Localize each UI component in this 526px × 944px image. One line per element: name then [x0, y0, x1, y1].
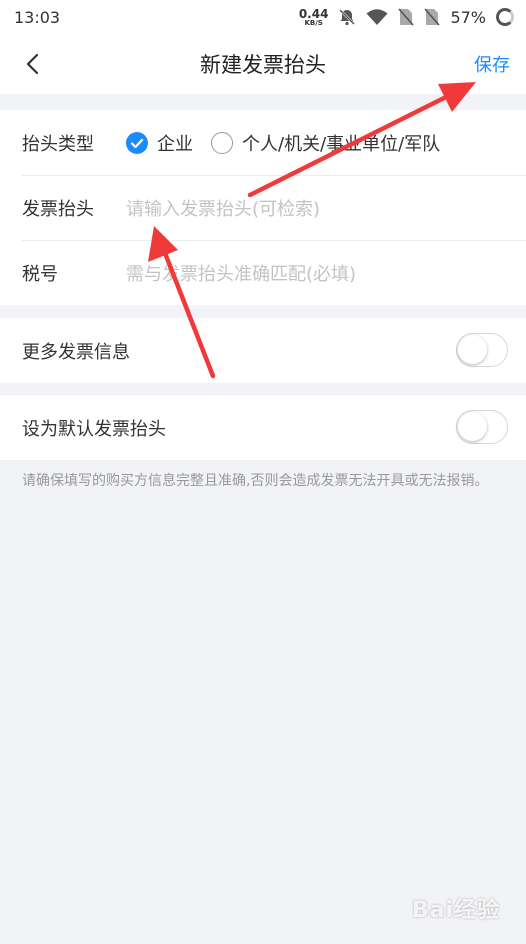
type-row: 抬头类型 企业 个人/机关/事业单位/军队: [0, 110, 526, 175]
type-option-label: 企业: [157, 133, 193, 155]
page-title: 新建发票抬头: [200, 53, 326, 77]
more-info-toggle[interactable]: [456, 333, 508, 367]
net-speed: 0.44 KB/S: [299, 8, 329, 27]
default-title-label: 设为默认发票抬头: [22, 418, 166, 440]
sim1-no-signal-icon: [398, 8, 415, 26]
battery-percent: 57%: [450, 7, 486, 27]
radio-unchecked-icon: [211, 131, 233, 154]
status-bar: 13:03 0.44 KB/S 57%: [0, 0, 526, 34]
tax-number-input[interactable]: 需与发票抬头准确匹配(必填): [126, 260, 356, 286]
sim2-no-signal-icon: [424, 8, 441, 26]
default-title-row: 设为默认发票抬头: [0, 395, 526, 460]
toggle-knob: [458, 412, 487, 441]
more-info-group: 更多发票信息: [0, 318, 526, 383]
status-time: 13:03: [14, 7, 61, 27]
net-speed-value: 0.44: [298, 6, 329, 21]
info-note: 请确保填写的购买方信息完整且准确,否则会造成发票无法开具或无法报销。: [22, 473, 489, 489]
invoice-title-label: 发票抬头: [22, 198, 94, 220]
checkmark-icon: [130, 138, 144, 148]
type-option-label: 个人/机关/事业单位/军队: [242, 133, 441, 155]
radio-checked-icon: [126, 131, 148, 154]
more-info-row: 更多发票信息: [0, 318, 526, 383]
default-title-group: 设为默认发票抬头: [0, 395, 526, 460]
tax-number-row[interactable]: 税号 需与发票抬头准确匹配(必填): [0, 240, 526, 305]
mute-bell-icon: [339, 9, 356, 26]
back-arrow-icon[interactable]: [22, 52, 46, 76]
net-speed-unit: KB/S: [304, 18, 323, 27]
type-option-personal[interactable]: 个人/机关/事业单位/军队: [211, 130, 440, 156]
save-button[interactable]: 保存: [474, 51, 510, 77]
wifi-icon: [366, 9, 388, 25]
baidu-jingyan-watermark: Bai经验: [411, 898, 500, 923]
status-icons: 0.44 KB/S 57%: [299, 8, 514, 27]
default-title-toggle[interactable]: [456, 410, 508, 444]
invoice-form: 抬头类型 企业 个人/机关/事业单位/军队 发票抬头 请输入发票抬头(可检索) …: [0, 110, 526, 305]
type-label: 抬头类型: [22, 133, 94, 155]
tax-number-label: 税号: [22, 263, 58, 285]
invoice-title-row[interactable]: 发票抬头 请输入发票抬头(可检索): [0, 175, 526, 240]
battery-icon: [496, 8, 514, 26]
nav-bar: 新建发票抬头 保存: [0, 34, 526, 94]
invoice-title-input[interactable]: 请输入发票抬头(可检索): [126, 195, 320, 221]
type-option-company[interactable]: 企业: [126, 130, 193, 156]
toggle-knob: [458, 335, 487, 364]
more-info-label: 更多发票信息: [22, 341, 130, 363]
